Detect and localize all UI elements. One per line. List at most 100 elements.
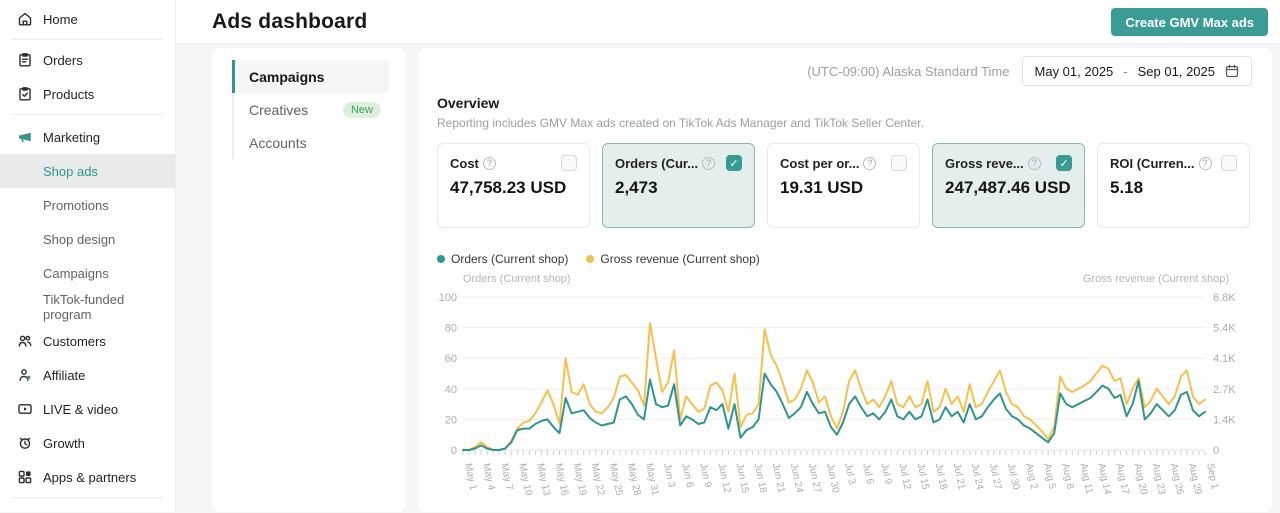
x-axis-label: May 10 [516,462,534,497]
x-axis-label: Aug 2 [1023,462,1039,490]
new-badge: New [343,102,381,118]
x-axis-label: May 25 [607,462,625,497]
sidebar-item-affiliate[interactable]: Affiliate [0,358,175,392]
x-axis-label: May 1 [462,462,479,491]
metric-checkbox[interactable]: ✓ [726,155,742,171]
live-video-icon [17,401,33,417]
ads-subnav-list: Campaigns CreativesNewAccounts [232,60,389,159]
help-icon[interactable]: ? [702,157,715,170]
metric-card-cost[interactable]: Cost?47,758.23 USD [437,143,590,228]
help-icon[interactable]: ? [1028,157,1041,170]
sidebar-item-customers[interactable]: Customers [0,324,175,358]
left-axis-tick: 20 [445,414,457,426]
subnav-tab-accounts[interactable]: Accounts [234,126,389,159]
x-axis-label: Aug 11 [1077,462,1094,495]
page-title: Ads dashboard [212,10,367,34]
metric-value: 247,487.46 USD [945,178,1072,198]
metric-label: Gross reve... [945,156,1024,171]
metric-card-gross-reve[interactable]: Gross reve...? ✓ 247,487.46 USD [932,143,1085,228]
x-axis-label: Jun 15 [734,462,751,494]
date-range-separator: - [1123,64,1127,79]
metric-label: Cost [450,156,479,171]
metric-value: 5.18 [1110,178,1237,198]
sidebar-item-products[interactable]: Products [0,77,175,111]
sidebar-item-label: Affiliate [43,368,85,383]
help-icon[interactable]: ? [863,157,876,170]
sidebar-item-promotions[interactable]: Promotions [0,188,175,222]
metric-value: 2,473 [615,178,742,198]
sidebar-item-campaigns[interactable]: Campaigns [0,256,175,290]
left-axis-tick: 60 [445,353,457,365]
legend-item-orders[interactable]: Orders (Current shop) [437,252,568,266]
home-icon [17,11,33,27]
x-axis-label: Jun 30 [824,462,841,494]
date-range-end: Sep 01, 2025 [1138,64,1215,79]
sidebar-item-home[interactable]: Home [0,2,175,36]
help-icon[interactable]: ? [1199,157,1212,170]
affiliate-icon [17,367,33,383]
customers-icon [17,333,33,349]
sidebar-item-marketing[interactable]: Marketing [0,120,175,154]
x-axis-label: Jun 24 [788,462,805,494]
metric-checkbox[interactable] [1221,155,1237,171]
sidebar-item-label: LIVE & video [43,402,118,417]
subnav-tab-label: Campaigns [249,69,324,85]
right-axis-tick: 2.7K [1213,384,1236,396]
metric-label: Orders (Cur... [615,156,698,171]
sidebar-divider [12,39,163,40]
date-range-picker[interactable]: May 01, 2025 - Sep 01, 2025 [1022,56,1252,86]
x-axis-label: Jun 27 [806,462,823,494]
create-gmv-max-ads-button[interactable]: Create GMV Max ads [1111,8,1268,36]
sidebar-item-apps-partners[interactable]: Apps & partners [0,460,175,494]
legend-item-gross-revenue[interactable]: Gross revenue (Current shop) [586,252,759,266]
sidebar-item-label: Campaigns [43,266,109,281]
x-axis-label: May 31 [643,462,661,497]
right-axis-tick: 5.4K [1213,323,1236,335]
calendar-icon[interactable] [1225,64,1239,78]
metric-checkbox[interactable] [891,155,907,171]
subnav-tab-campaigns[interactable]: Campaigns [234,60,389,93]
metric-cards-row: Cost?47,758.23 USD Orders (Cur...? ✓ 2,473 C… [437,143,1250,228]
metric-label: Cost per or... [780,156,859,171]
marketing-icon [17,129,33,145]
x-axis-label: Jul 30 [1005,462,1021,491]
help-icon[interactable]: ? [483,157,496,170]
left-axis-tick: 80 [445,323,457,335]
left-axis-tick: 0 [451,445,457,457]
overview-subtitle: Reporting includes GMV Max ads created o… [437,116,924,130]
metric-card-cost-per-or[interactable]: Cost per or...?19.31 USD [767,143,920,228]
x-axis-label: Aug 20 [1132,462,1149,496]
right-axis-tick: 4.1K [1213,353,1236,365]
timezone-label: (UTC-09:00) Alaska Standard Time [807,64,1009,79]
x-axis-label: May 28 [625,462,643,497]
sidebar-item-label: Promotions [43,198,109,213]
metric-card-header: ROI (Curren...? [1110,155,1237,171]
sidebar-item-live-video[interactable]: LIVE & video [0,392,175,426]
sidebar-item-tiktok-funded-program[interactable]: TikTok-funded program [0,290,175,324]
sidebar-item-label: Products [43,87,94,102]
x-axis-label: Jun 12 [715,462,732,494]
x-axis-label: Jul 6 [860,462,875,485]
metric-card-roi-curren[interactable]: ROI (Curren...? 5.18 [1097,143,1250,228]
metric-checkbox[interactable]: ✓ [1056,155,1072,171]
x-axis-label: Aug 5 [1041,462,1057,490]
sidebar-item-growth[interactable]: Growth [0,426,175,460]
metric-checkbox[interactable] [561,155,577,171]
x-axis-label: May 7 [498,462,515,491]
x-axis-label: Jul 12 [896,462,912,491]
x-axis-label: Jun 9 [697,462,713,489]
sidebar-item-shop-ads[interactable]: Shop ads [0,154,175,188]
x-axis-label: Jul 21 [951,462,967,491]
sidebar-item-orders[interactable]: Orders [0,43,175,77]
sidebar-item-label: Marketing [43,130,100,145]
top-header: Ads dashboard Create GMV Max ads [176,0,1280,44]
sidebar-divider [12,114,163,115]
subnav-tab-creatives[interactable]: CreativesNew [234,93,389,126]
legend-label: Orders (Current shop) [451,252,568,266]
x-axis-label: Jul 3 [842,462,857,485]
x-axis-label: Aug 29 [1186,462,1203,496]
left-axis-title: Orders (Current shop) [463,273,571,285]
sidebar-item-shop-design[interactable]: Shop design [0,222,175,256]
metric-card-orders-cur[interactable]: Orders (Cur...? ✓ 2,473 [602,143,755,228]
right-axis-tick: 1.4K [1213,414,1236,426]
